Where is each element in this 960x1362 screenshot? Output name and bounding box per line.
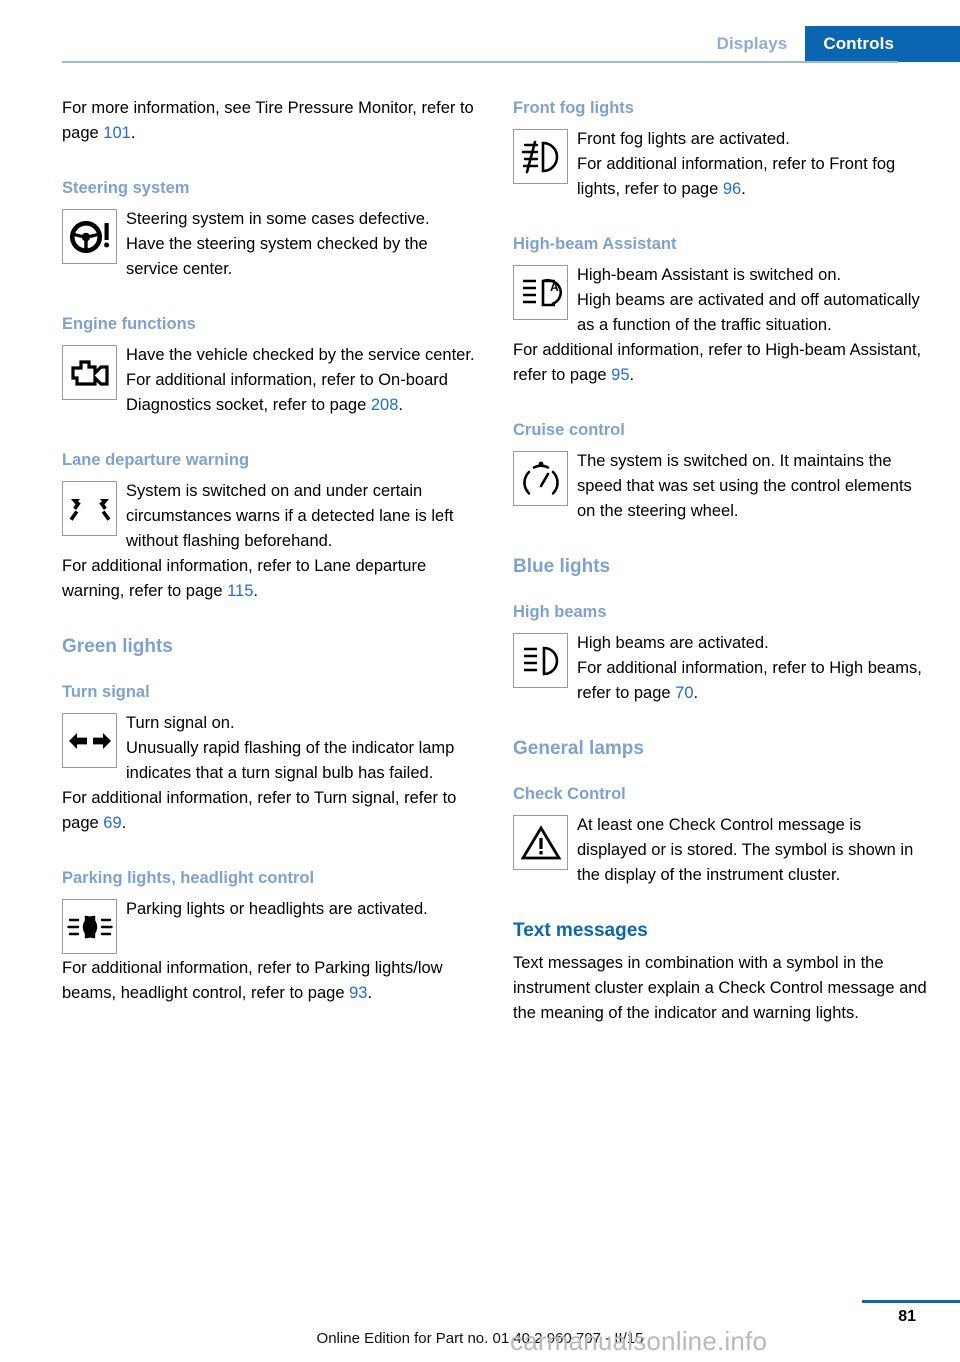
hba-line-1: High-beam Assistant is switched on.: [577, 266, 842, 284]
heading-steering-system: Steering system: [62, 179, 190, 197]
heading-front-fog-lights: Front fog lights: [513, 99, 634, 117]
steering-wheel-warning-icon: [62, 209, 117, 264]
cruise-line-1: The system is switched on. It maintains …: [577, 452, 912, 520]
lane-line-1: System is switched on and under certain …: [126, 482, 454, 550]
high-beams-line-2: For additional information, refer to Hig…: [513, 656, 933, 706]
steering-line-2: Have the steering system checked by the …: [126, 235, 428, 278]
entry-high-beam-assistant: A High-beam Assistant is switched on. Hi…: [513, 263, 933, 388]
section-tabs: Displays Controls: [698, 26, 960, 62]
header-divider: [62, 61, 898, 63]
page-reference-link[interactable]: 70: [675, 684, 693, 702]
high-beams-line-2-period: .: [693, 684, 699, 702]
heading-high-beam-assistant: High-beam Assistant: [513, 235, 677, 253]
entry-lane-departure-warning: System is switched on and under certain …: [62, 479, 480, 604]
hba-line-3: For additional information, refer to Hig…: [513, 338, 933, 388]
heading-green-lights: Green lights: [62, 636, 173, 657]
page-header: Displays Controls: [0, 0, 960, 63]
page-reference-link[interactable]: 208: [371, 396, 399, 414]
high-beams-line-2-text: For additional information, refer to Hig…: [577, 659, 922, 702]
heading-high-beams: High beams: [513, 603, 607, 621]
check-engine-icon: [62, 345, 117, 400]
check-control-line-1: At least one Check Control message is di…: [577, 816, 914, 884]
entry-steering-system: Steering system in some cases defective.…: [62, 207, 480, 282]
entry-check-control: At least one Check Control message is di…: [513, 813, 933, 888]
heading-engine-functions: Engine functions: [62, 315, 196, 333]
heading-text-messages: Text messages: [513, 920, 648, 941]
cruise-control-speedometer-icon: [513, 451, 568, 506]
tpm-intro-paragraph: For more information, see Tire Pressure …: [62, 96, 480, 146]
engine-line-2-period: .: [398, 396, 403, 414]
footer-divider: [862, 1300, 960, 1303]
text-messages-body: Text messages in combination with a symb…: [513, 954, 927, 1022]
entry-front-fog-lights: Front fog lights are activated. For addi…: [513, 127, 933, 202]
page-reference-link[interactable]: 93: [349, 984, 367, 1002]
tab-controls[interactable]: Controls: [805, 26, 960, 62]
engine-line-2: For additional information, refer to On-…: [62, 368, 480, 418]
entry-cruise-control: The system is switched on. It maintains …: [513, 449, 933, 524]
parking-line-2-period: .: [367, 984, 373, 1002]
lane-line-2-period: .: [253, 582, 259, 600]
turn-signal-line-3: For additional information, refer to Tur…: [62, 786, 480, 836]
warning-triangle-icon: [513, 815, 568, 870]
svg-text:A: A: [550, 280, 559, 294]
heading-cruise-control: Cruise control: [513, 421, 625, 439]
hba-line-2: High beams are activated and off automat…: [577, 291, 920, 334]
right-column: Front fog lights Front fog lights are ac…: [513, 96, 933, 1026]
heading-lane-departure-warning: Lane departure warning: [62, 451, 250, 469]
front-fog-line-2-period: .: [741, 180, 746, 198]
heading-general-lamps: General lamps: [513, 738, 644, 759]
page-reference-link[interactable]: 69: [103, 814, 121, 832]
heading-blue-lights: Blue lights: [513, 556, 611, 577]
turn-signal-line-2: Unusually rapid flashing of the indicato…: [126, 739, 455, 782]
front-fog-light-icon: [513, 129, 568, 184]
edition-notice: Online Edition for Part no. 01 40 2 960 …: [316, 1330, 644, 1347]
front-fog-line-1: Front fog lights are activated.: [577, 130, 790, 148]
steering-line-1: Steering system in some cases defective.: [126, 210, 430, 228]
page-reference-link[interactable]: 96: [723, 180, 741, 198]
turn-signal-arrows-icon: [62, 713, 117, 768]
tpm-intro-period: .: [130, 124, 136, 142]
turn-signal-line-3-period: .: [121, 814, 127, 832]
page-reference-link[interactable]: 95: [611, 366, 629, 384]
entry-engine-functions: Have the vehicle checked by the service …: [62, 343, 480, 418]
entry-turn-signal: Turn signal on. Unusually rapid flashing…: [62, 711, 480, 836]
heading-check-control: Check Control: [513, 785, 626, 803]
heading-parking-lights: Parking lights, headlight control: [62, 869, 315, 887]
parking-line-2: For additional information, refer to Par…: [62, 956, 480, 1006]
lane-departure-warning-icon: [62, 481, 117, 536]
engine-line-1: Have the vehicle checked by the service …: [126, 346, 475, 364]
high-beams-line-1: High beams are activated.: [577, 634, 769, 652]
heading-turn-signal: Turn signal: [62, 683, 150, 701]
front-fog-line-2: For additional information, refer to Fro…: [513, 152, 933, 202]
left-column: For more information, see Tire Pressure …: [62, 96, 480, 1006]
high-beam-icon: [513, 633, 568, 688]
page-reference-link[interactable]: 101: [103, 124, 131, 142]
hba-line-3-text: For additional information, refer to Hig…: [513, 341, 922, 384]
lane-line-2: For additional information, refer to Lan…: [62, 554, 480, 604]
parking-line-1: Parking lights or headlights are activat…: [126, 900, 428, 918]
turn-signal-line-1: Turn signal on.: [126, 714, 235, 732]
hba-line-3-period: .: [629, 366, 635, 384]
site-watermark: carmanualsonline.info: [510, 1326, 768, 1356]
parking-lights-icon: [62, 899, 117, 954]
tab-displays[interactable]: Displays: [698, 26, 806, 62]
page-reference-link[interactable]: 115: [227, 582, 253, 600]
entry-high-beams: High beams are activated. For additional…: [513, 631, 933, 706]
high-beam-assistant-icon: A: [513, 265, 568, 320]
page-number: 81: [898, 1308, 916, 1325]
entry-parking-lights: Parking lights or headlights are activat…: [62, 897, 480, 1006]
parking-line-2-text: For additional information, refer to Par…: [62, 959, 443, 1002]
